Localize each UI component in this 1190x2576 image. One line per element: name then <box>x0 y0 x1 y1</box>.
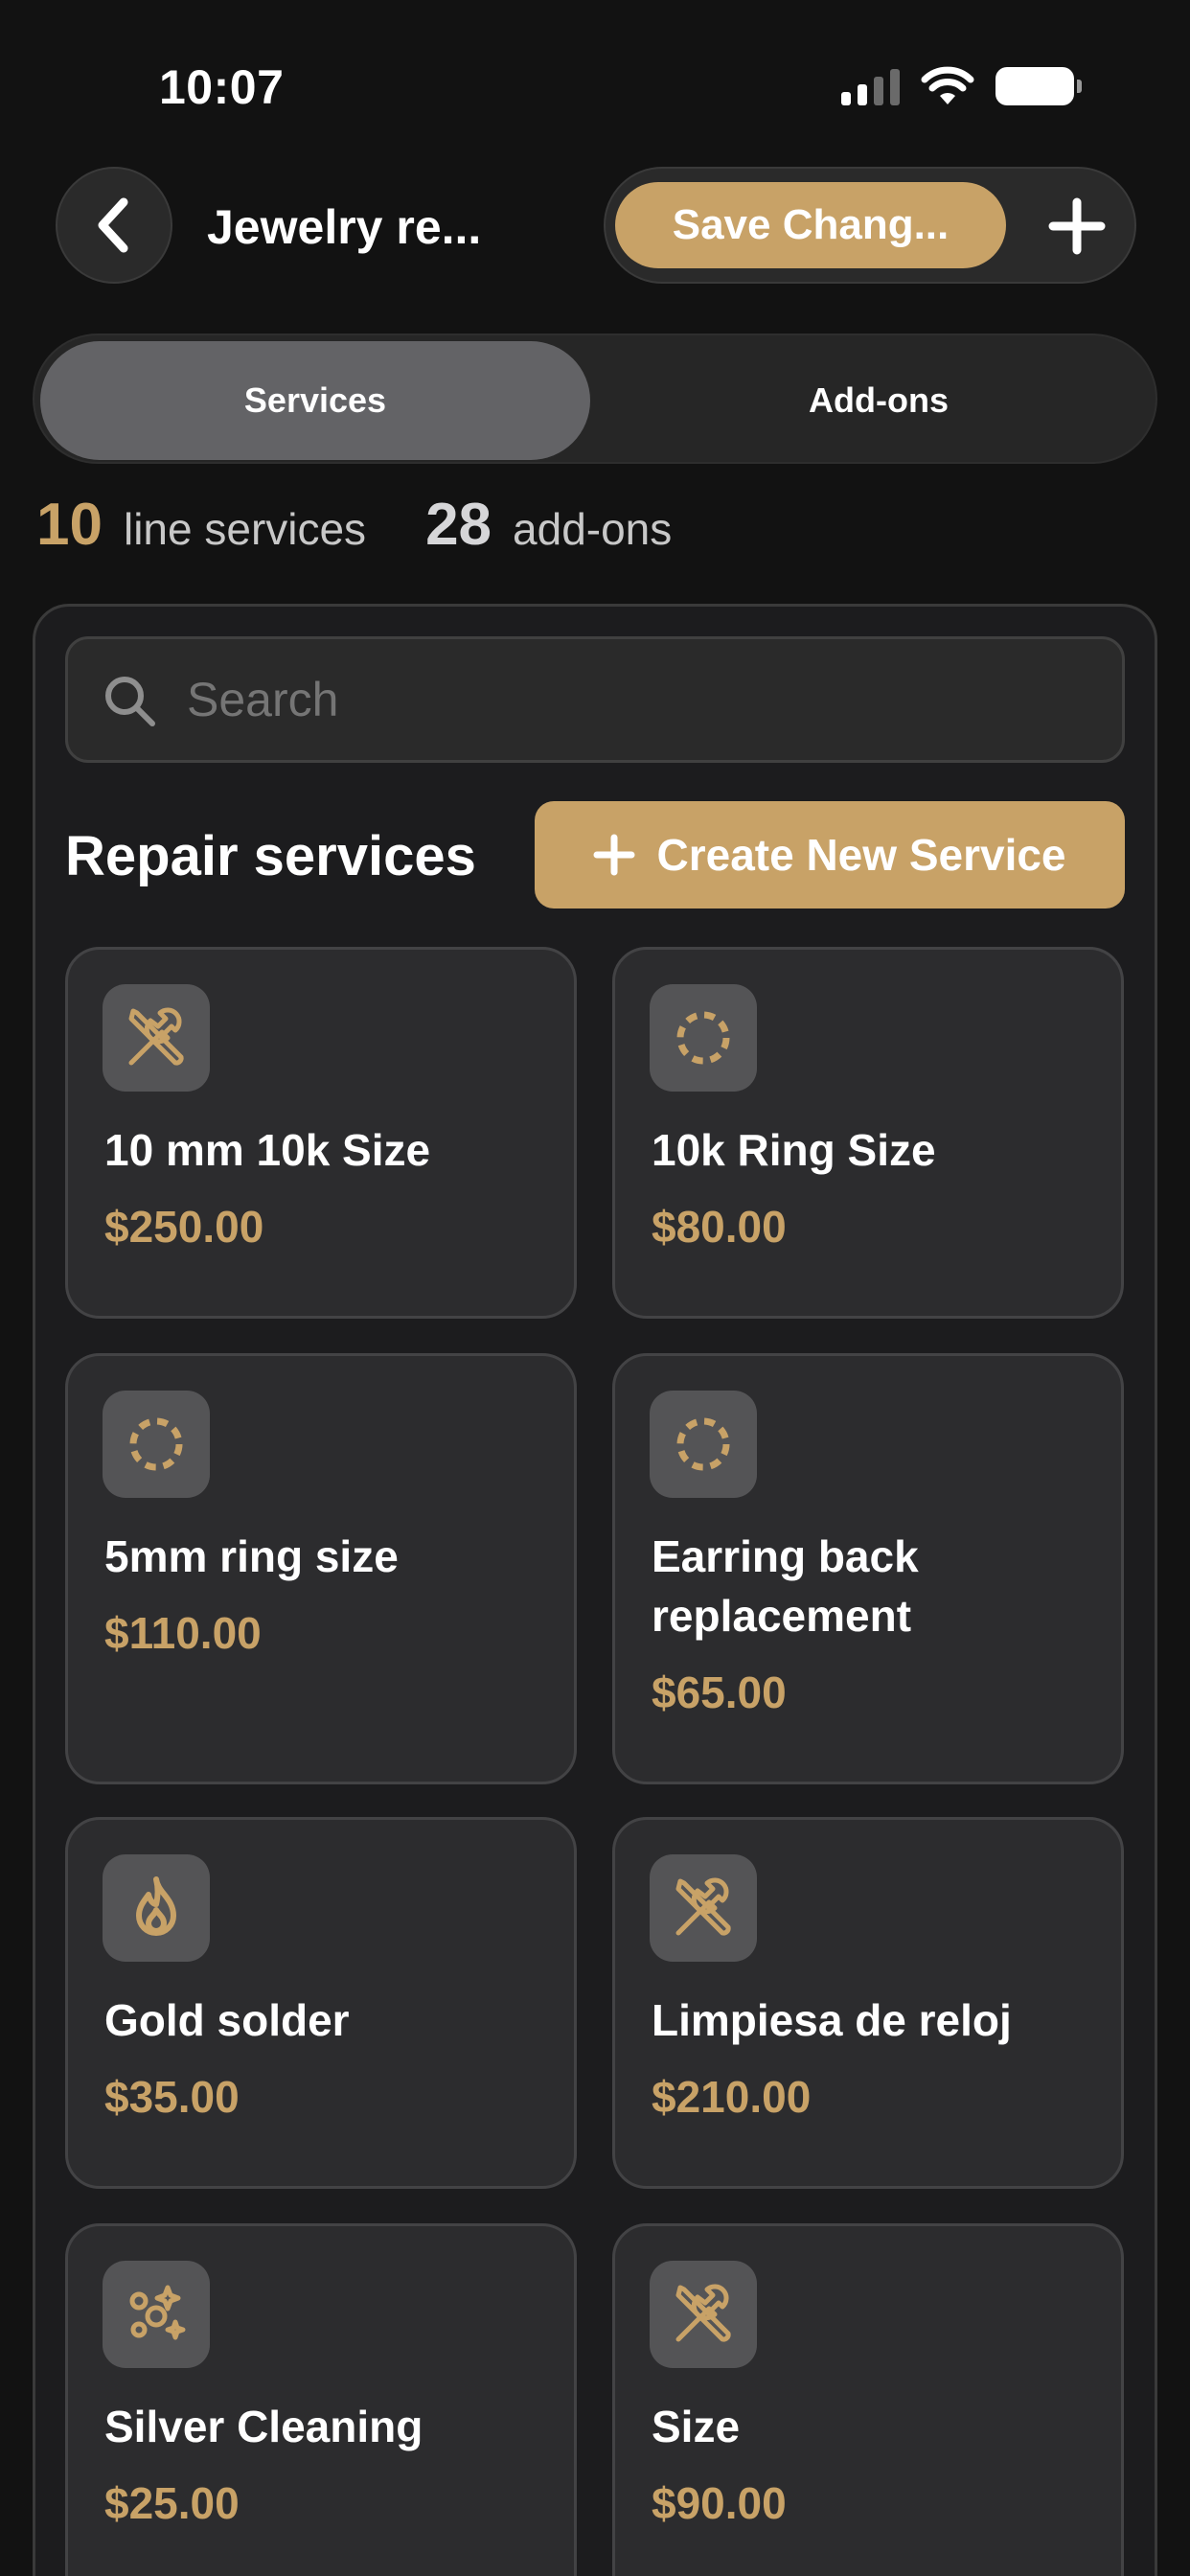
service-price: $35.00 <box>104 2072 240 2122</box>
service-name: 5mm ring size <box>104 1531 399 1581</box>
service-card[interactable]: 10k Ring Size $80.00 <box>612 947 1124 1319</box>
segmented-tabs: Services Add-ons <box>33 334 1157 464</box>
cellular-signal-icon <box>841 67 900 105</box>
tools-icon <box>650 2261 757 2368</box>
sparkles-icon <box>103 2261 210 2368</box>
status-time: 10:07 <box>159 60 285 114</box>
save-changes-button[interactable]: Save Chang... <box>615 182 1006 268</box>
chevron-left-icon <box>98 197 128 253</box>
search-input[interactable] <box>187 639 1087 760</box>
back-button[interactable] <box>56 167 172 284</box>
tab-add-ons[interactable]: Add-ons <box>604 341 1154 460</box>
addons-count-label: add-ons <box>513 504 673 554</box>
service-card[interactable]: 10 mm 10k Size $250.00 <box>65 947 577 1319</box>
page-title: Jewelry re... <box>207 200 482 254</box>
service-price: $210.00 <box>652 2072 812 2122</box>
service-price: $90.00 <box>652 2478 787 2528</box>
plus-icon <box>1048 197 1106 255</box>
service-price: $110.00 <box>104 1608 262 1658</box>
service-price: $65.00 <box>652 1668 787 1717</box>
create-new-service-button[interactable]: Create New Service <box>535 801 1125 908</box>
services-count: 10 <box>36 492 103 558</box>
section-title: Repair services <box>65 825 476 887</box>
service-name: Silver Cleaning <box>104 2402 423 2451</box>
tools-icon <box>103 984 210 1092</box>
service-card[interactable]: Gold solder $35.00 <box>65 1817 577 2189</box>
service-card[interactable]: Size $90.00 <box>612 2223 1124 2576</box>
create-new-service-label: Create New Service <box>656 830 1066 880</box>
service-card[interactable]: Limpiesa de reloj $210.00 <box>612 1817 1124 2189</box>
tab-services[interactable]: Services <box>40 341 590 460</box>
service-name: Earring back replacement <box>652 1531 919 1641</box>
wifi-icon <box>921 66 974 104</box>
service-name: Size <box>652 2402 741 2451</box>
addons-count: 28 <box>425 492 492 558</box>
service-card[interactable]: 5mm ring size $110.00 <box>65 1353 577 1784</box>
service-price: $25.00 <box>104 2478 240 2528</box>
service-name: 10 mm 10k Size <box>104 1125 431 1175</box>
add-button[interactable] <box>1042 192 1111 261</box>
flame-icon <box>103 1854 210 1962</box>
ring-icon <box>103 1391 210 1498</box>
ring-icon <box>650 984 757 1092</box>
services-count-label: line services <box>123 504 367 554</box>
search-box[interactable] <box>65 636 1125 763</box>
service-card[interactable]: Silver Cleaning $25.00 <box>65 2223 577 2576</box>
service-card[interactable]: Earring back replacement $65.00 <box>612 1353 1124 1784</box>
service-name: Limpiesa de reloj <box>652 1995 1012 2045</box>
battery-icon <box>995 67 1082 105</box>
tools-icon <box>650 1854 757 1962</box>
service-price: $250.00 <box>104 1202 264 1252</box>
summary-counts: 10 line services 28 add-ons <box>36 491 672 559</box>
service-name: 10k Ring Size <box>652 1125 936 1175</box>
service-price: $80.00 <box>652 1202 787 1252</box>
status-bar: 10:07 <box>0 0 1190 172</box>
status-icons <box>841 63 1082 109</box>
plus-icon <box>593 834 635 876</box>
search-icon <box>105 677 155 726</box>
ring-icon <box>650 1391 757 1498</box>
service-name: Gold solder <box>104 1995 350 2045</box>
